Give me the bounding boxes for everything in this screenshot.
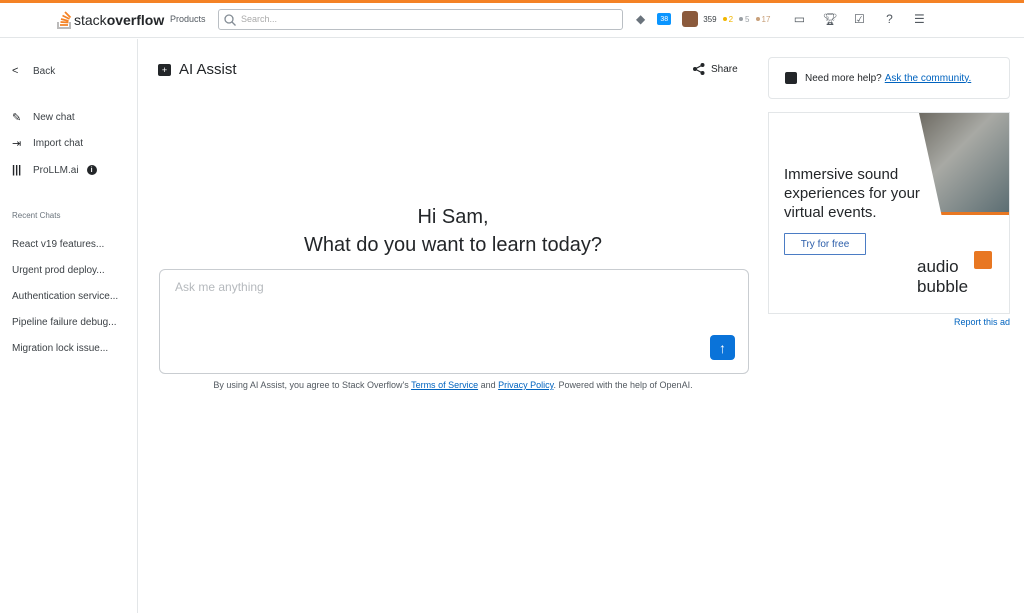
recent-chat-item[interactable]: React v19 features...: [12, 239, 104, 250]
ai-assist-icon: +: [158, 64, 171, 76]
import-chat-button[interactable]: ⇥ Import chat: [12, 137, 83, 150]
sidebar: < Back ✎ New chat ⇥ Import chat ||| ProLLM.a…: [0, 39, 138, 613]
avatar[interactable]: [682, 11, 698, 27]
products-menu[interactable]: Products: [170, 14, 206, 24]
greeting: Hi Sam, What do you want to learn today?: [158, 203, 748, 259]
reputation: 359: [703, 15, 716, 24]
ad-headline: Immersive sound experiences for your vir…: [784, 165, 944, 222]
community-icon: [785, 72, 797, 84]
diamond-icon[interactable]: ◆: [636, 12, 645, 26]
info-icon[interactable]: i: [87, 165, 97, 175]
report-ad-link[interactable]: Report this ad: [954, 317, 1010, 327]
search-placeholder: Search...: [241, 14, 277, 24]
send-button[interactable]: ↑: [710, 335, 735, 360]
audiobubble-logo-icon: [974, 251, 992, 269]
back-label: Back: [33, 66, 55, 77]
chevron-left-icon: <: [12, 65, 28, 77]
bronze-count: 17: [762, 15, 771, 24]
recent-chat-item[interactable]: Urgent prod deploy...: [12, 265, 105, 276]
site-switcher-icon[interactable]: ☰: [912, 12, 926, 26]
brand-line-1: audio: [917, 257, 968, 277]
prollm-link[interactable]: ||| ProLLM.ai i: [12, 164, 97, 176]
terms-prefix: By using AI Assist, you agree to Stack O…: [213, 380, 411, 390]
prollm-label: ProLLM.ai: [33, 165, 79, 176]
new-chat-icon: ✎: [12, 111, 28, 124]
stack-logo-icon: [56, 10, 74, 30]
terms-notice: By using AI Assist, you agree to Stack O…: [158, 380, 748, 390]
greeting-line-1: Hi Sam,: [158, 203, 748, 231]
recent-chats-heading: Recent Chats: [12, 211, 60, 220]
search-icon: [224, 14, 236, 26]
ask-community-link[interactable]: Ask the community.: [885, 73, 972, 84]
bars-icon: |||: [12, 164, 28, 176]
brand-line-2: bubble: [917, 277, 968, 297]
terms-and: and: [478, 380, 498, 390]
bronze-badge-icon: [756, 17, 760, 21]
help-text: Need more help?: [805, 73, 882, 84]
try-for-free-button[interactable]: Try for free: [784, 233, 866, 255]
review-icon[interactable]: ☑: [852, 12, 866, 26]
help-card: Need more help?Ask the community.: [768, 57, 1010, 99]
silver-count: 5: [745, 15, 749, 24]
recent-chat-item[interactable]: Pipeline failure debug...: [12, 317, 117, 328]
help-icon[interactable]: ?: [882, 12, 896, 26]
new-chat-label: New chat: [33, 112, 75, 123]
silver-badge-icon: [739, 17, 743, 21]
import-icon: ⇥: [12, 137, 28, 150]
advertisement[interactable]: Immersive sound experiences for your vir…: [768, 112, 1010, 314]
logo-text-light: stack: [74, 12, 107, 28]
back-button[interactable]: < Back: [12, 65, 55, 77]
new-chat-button[interactable]: ✎ New chat: [12, 111, 75, 124]
gold-count: 2: [729, 15, 733, 24]
ad-brand: audiobubble: [917, 257, 968, 297]
share-label: Share: [711, 64, 738, 75]
page-title: + AI Assist: [158, 61, 237, 78]
recent-chat-item[interactable]: Migration lock issue...: [12, 343, 108, 354]
top-navigation: stackoverflow Products Search... ◆ 38 35…: [0, 3, 1024, 38]
chat-input-box: ↑: [159, 269, 749, 374]
search-input[interactable]: Search...: [218, 9, 623, 30]
gold-badge-icon: [723, 17, 727, 21]
share-button[interactable]: Share: [693, 63, 738, 75]
recent-chat-item[interactable]: Authentication service...: [12, 291, 118, 302]
terms-suffix: . Powered with the help of OpenAI.: [553, 380, 692, 390]
greeting-line-2: What do you want to learn today?: [158, 231, 748, 259]
inbox-icon[interactable]: ▭: [792, 12, 806, 26]
trophy-icon[interactable]: 🏆︎: [822, 12, 836, 26]
arrow-up-icon: ↑: [719, 340, 726, 356]
terms-of-service-link[interactable]: Terms of Service: [411, 380, 478, 390]
inbox-count-badge[interactable]: 38: [657, 13, 671, 25]
import-chat-label: Import chat: [33, 138, 83, 149]
chat-input[interactable]: [175, 280, 675, 294]
logo-text-bold: overflow: [107, 12, 165, 28]
share-icon: [693, 63, 705, 75]
privacy-policy-link[interactable]: Privacy Policy: [498, 380, 553, 390]
stackoverflow-logo[interactable]: stackoverflow: [56, 10, 164, 30]
title-text: AI Assist: [179, 61, 237, 78]
